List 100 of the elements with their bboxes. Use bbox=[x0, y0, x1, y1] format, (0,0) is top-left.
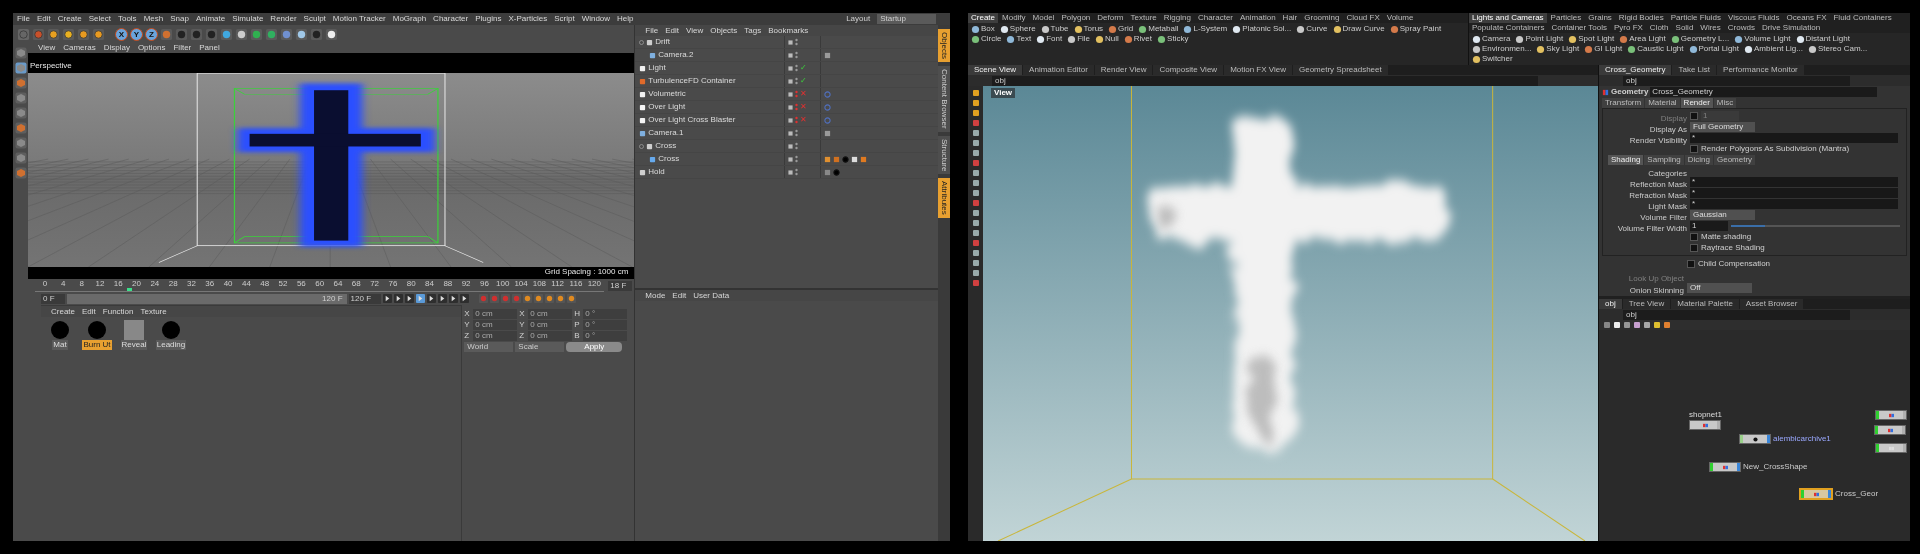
size-field[interactable]: 0 cm bbox=[528, 320, 573, 330]
material-name[interactable]: Leading bbox=[155, 340, 187, 350]
object-name[interactable]: Hold bbox=[648, 167, 665, 177]
pane-tab[interactable]: Material Palette bbox=[1671, 299, 1739, 309]
shelf-tab[interactable]: Solid bbox=[1672, 23, 1697, 33]
material-name[interactable]: Mat bbox=[52, 340, 68, 350]
tool-label[interactable]: Stereo Cam... bbox=[1817, 44, 1868, 54]
menu-item[interactable]: Options bbox=[137, 43, 166, 53]
shelf-tab[interactable]: Cloth bbox=[1646, 23, 1672, 33]
path-field[interactable]: obj bbox=[1623, 309, 1850, 320]
tool-label[interactable]: Circle bbox=[981, 34, 1002, 44]
shelf-tab[interactable]: Hair bbox=[1279, 13, 1301, 23]
tool-label[interactable]: Ambient Lig... bbox=[1754, 44, 1803, 54]
tool-icon[interactable] bbox=[1332, 24, 1342, 34]
tool-icon[interactable] bbox=[1515, 34, 1525, 44]
menu-item[interactable]: Create bbox=[57, 14, 82, 24]
text-field[interactable]: * bbox=[1690, 188, 1898, 198]
layer-box-icon[interactable] bbox=[788, 91, 794, 97]
shelf-tab[interactable]: Viscous Fluids bbox=[1725, 13, 1783, 23]
menu-item[interactable]: Cameras bbox=[63, 43, 96, 53]
object-name[interactable]: Cross bbox=[658, 154, 680, 164]
side-tab[interactable]: Attributes bbox=[938, 178, 950, 218]
enable-toggle[interactable]: ✓ bbox=[800, 63, 808, 73]
tool-label[interactable]: Metaball bbox=[1148, 24, 1179, 34]
checkbox[interactable] bbox=[1690, 244, 1698, 252]
text-field[interactable]: * bbox=[1690, 133, 1898, 143]
object-name[interactable]: Volumetric bbox=[648, 89, 686, 99]
size-field[interactable]: 0 cm bbox=[528, 309, 573, 319]
shelf-tab[interactable]: Character bbox=[1194, 13, 1237, 23]
parameter-tab[interactable]: Geometry bbox=[1713, 155, 1756, 165]
parameter-tab[interactable]: Shading bbox=[1608, 155, 1644, 165]
network-node[interactable] bbox=[1874, 425, 1906, 435]
network-node[interactable] bbox=[1739, 434, 1771, 444]
pane-tab[interactable]: Asset Browser bbox=[1739, 299, 1804, 309]
tool-label[interactable]: Environmen... bbox=[1482, 44, 1532, 54]
tool-label[interactable]: Null bbox=[1105, 34, 1119, 44]
rotation-field[interactable]: 0 ° bbox=[583, 309, 628, 319]
viewport[interactable]: View bbox=[983, 86, 1598, 541]
axis-toggle[interactable]: Z bbox=[145, 27, 158, 41]
side-tab[interactable]: Objects bbox=[938, 29, 950, 63]
end-frame-field[interactable]: 120 F bbox=[348, 293, 382, 304]
shelf-tab[interactable]: Lights and Cameras bbox=[1469, 13, 1547, 23]
side-tab[interactable]: Structure bbox=[938, 135, 950, 175]
object-name[interactable]: Over Light Cross Blaster bbox=[648, 115, 736, 125]
tool-label[interactable]: Font bbox=[1046, 34, 1063, 44]
pane-tab[interactable]: Tree View bbox=[1622, 299, 1671, 309]
node-name-field[interactable]: Cross_Geometry bbox=[1650, 87, 1877, 97]
visibility-dots-icon[interactable] bbox=[795, 142, 799, 150]
object-name[interactable]: Camera.2 bbox=[658, 50, 694, 60]
range-slider[interactable]: 120 F bbox=[66, 293, 347, 304]
visibility-dots-icon[interactable] bbox=[795, 116, 799, 124]
tool-icon[interactable] bbox=[1536, 44, 1546, 54]
parameter-tab[interactable]: Misc bbox=[1713, 98, 1737, 108]
menu-item[interactable]: Character bbox=[433, 14, 469, 24]
shelf-tab[interactable]: Drive Simulation bbox=[1758, 23, 1824, 33]
menu-item[interactable]: Mode bbox=[645, 290, 666, 301]
menu-item[interactable]: MoGraph bbox=[392, 14, 427, 24]
tool-label[interactable]: File bbox=[1077, 34, 1091, 44]
menu-item[interactable]: X-Particles bbox=[508, 14, 548, 24]
shelf-tab[interactable]: Modify bbox=[999, 13, 1029, 23]
layer-box-icon[interactable] bbox=[788, 130, 794, 136]
tool-label[interactable]: Sphere bbox=[1009, 24, 1036, 34]
tool-label[interactable]: Tube bbox=[1050, 24, 1069, 34]
parameter-tab[interactable]: Transform bbox=[1602, 98, 1645, 108]
tool-label[interactable]: Draw Curve bbox=[1342, 24, 1385, 34]
object-name[interactable]: Cross bbox=[655, 141, 677, 151]
menu-item[interactable]: Sculpt bbox=[303, 14, 326, 24]
shelf-tab[interactable]: Rigging bbox=[1160, 13, 1194, 23]
visibility-dots-icon[interactable] bbox=[795, 90, 799, 98]
object-name[interactable]: TurbulenceFD Container bbox=[648, 76, 736, 86]
shelf-tab[interactable]: Particle Fluids bbox=[1667, 13, 1724, 23]
tool-label[interactable]: Rivet bbox=[1133, 34, 1153, 44]
dropdown-menu[interactable]: Full Geometry bbox=[1690, 122, 1755, 132]
expand-icon[interactable] bbox=[639, 39, 645, 45]
menu-item[interactable]: Edit bbox=[665, 25, 679, 36]
tool-label[interactable]: Sky Light bbox=[1546, 44, 1580, 54]
menu-item[interactable]: Create bbox=[51, 306, 75, 317]
coordinate-mode-dropdown[interactable]: World bbox=[464, 342, 514, 352]
menu-item[interactable]: View bbox=[686, 25, 704, 36]
tool-label[interactable]: Platonic Sol... bbox=[1242, 24, 1292, 34]
node-network-canvas[interactable]: shopnet1 alembicarchive1 New_CrossShape Cross_Geor bbox=[1599, 330, 1910, 541]
shelf-tab[interactable]: Volume bbox=[1383, 13, 1417, 23]
menu-item[interactable]: Edit bbox=[82, 306, 96, 317]
tool-label[interactable]: Point Light bbox=[1525, 34, 1564, 44]
menu-item[interactable]: File bbox=[645, 25, 659, 36]
expand-icon[interactable] bbox=[639, 143, 645, 149]
pane-tab[interactable]: Render View bbox=[1094, 65, 1153, 75]
checkbox[interactable] bbox=[1690, 233, 1698, 241]
network-node[interactable] bbox=[1875, 410, 1907, 420]
shelf-tab[interactable]: Cloud FX bbox=[1343, 13, 1383, 23]
checkbox[interactable] bbox=[1690, 145, 1698, 153]
shelf-tab[interactable]: Animation bbox=[1237, 13, 1279, 23]
timeline-ruler[interactable]: 0 4 8 12 16 20 24 28 32 36 40 44 48 52 56 60 64 68 72 76 80 84 88 92 96 100 104 108 112 116 120 bbox=[35, 279, 605, 292]
play-icon[interactable] bbox=[427, 294, 437, 303]
layer-box-icon[interactable] bbox=[788, 78, 794, 84]
shelf-tab[interactable]: Grains bbox=[1585, 13, 1615, 23]
tool-label[interactable]: Text bbox=[1016, 34, 1032, 44]
menu-item[interactable]: Objects bbox=[710, 25, 738, 36]
record-icon[interactable] bbox=[545, 294, 555, 303]
pane-tab[interactable]: obj bbox=[1599, 299, 1622, 309]
